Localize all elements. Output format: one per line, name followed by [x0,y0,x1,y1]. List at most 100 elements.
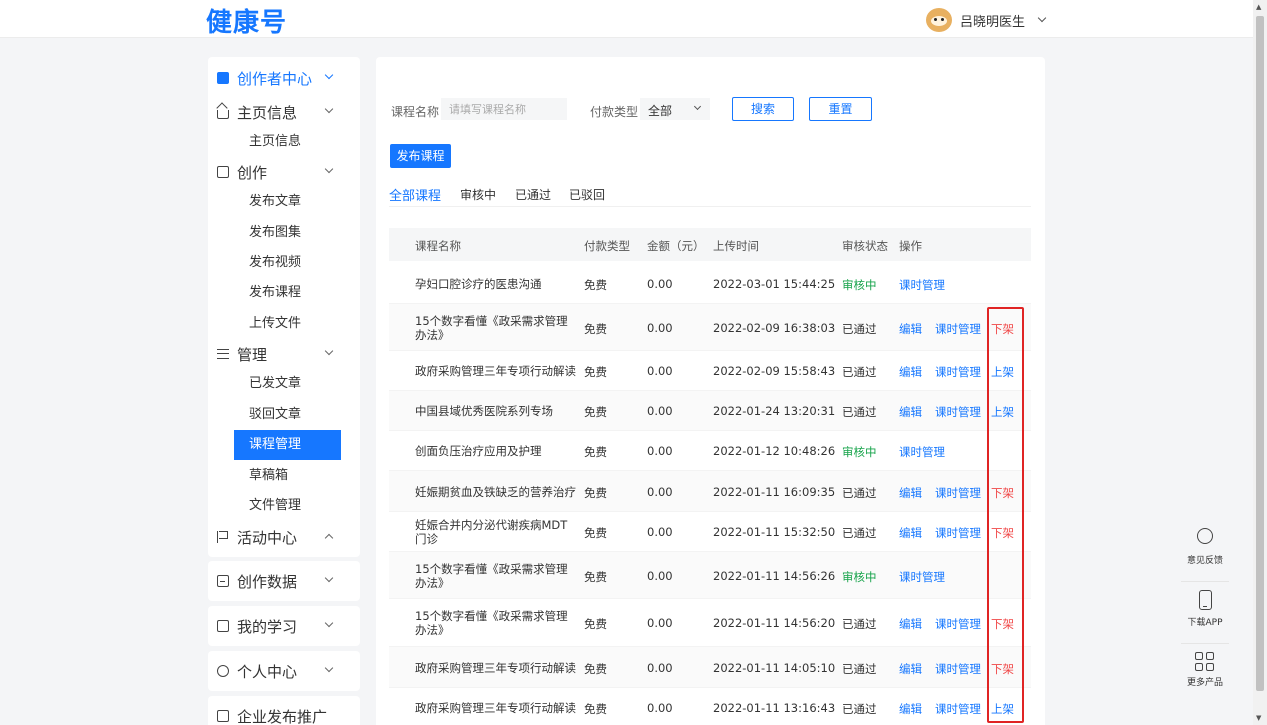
course-name-input[interactable] [441,98,567,120]
review-status-cell: 已通过 [842,322,877,336]
review-status-cell: 已通过 [842,526,877,540]
search-button[interactable]: 搜索 [732,97,794,121]
sidebar-card-my-learning[interactable]: 我的学习 [208,606,360,646]
take-down-link[interactable]: 下架 [991,525,1014,541]
put-on-shelf-link[interactable]: 上架 [991,364,1014,380]
user-name[interactable]: 吕晓明医生 [960,11,1025,30]
sidebar-item-drafts[interactable]: 草稿箱 [234,461,341,491]
put-on-shelf-link[interactable]: 上架 [991,701,1014,717]
sidebar-item-published-articles[interactable]: 已发文章 [234,369,341,399]
feedback-button[interactable]: 意见反馈 [1181,528,1229,582]
sidebar-card-row[interactable]: 个人中心 [208,656,360,686]
sidebar-card-creation-data[interactable]: 创作数据 [208,561,360,601]
download-app-button[interactable]: 下载APP [1181,590,1229,644]
edit-link[interactable]: 编辑 [899,525,922,541]
amount-cell: 0.00 [647,321,673,335]
lesson-management-link[interactable]: 课时管理 [935,404,981,420]
lesson-management-link[interactable]: 课时管理 [899,569,945,585]
lesson-management-link[interactable]: 课时管理 [935,701,981,717]
publish-course-button[interactable]: 发布课程 [390,144,451,168]
put-on-shelf-link[interactable]: 上架 [991,404,1014,420]
lesson-management-link[interactable]: 课时管理 [935,661,981,677]
tab-rejected[interactable]: 已驳回 [569,186,605,203]
table-row: 15个数字看懂《政采需求管理办法》 免费 0.00 2022-01-11 14:56:… [389,599,1031,647]
review-status-cell: 已通过 [842,702,877,716]
sidebar-group-activity-center[interactable]: 活动中心 [208,522,360,552]
sidebar-group-manage[interactable]: 管理 [208,339,360,369]
sidebar-group-create[interactable]: 创作 [208,157,360,187]
logo[interactable]: 健康号 [206,2,287,39]
table-row: 创面负压治疗应用及护理 免费 0.00 2022-01-12 10:48:26 审核中 课… [389,431,1031,471]
payment-type-select[interactable]: 全部 [640,98,710,120]
take-down-link[interactable]: 下架 [991,616,1014,632]
take-down-link[interactable]: 下架 [991,485,1014,501]
lesson-management-link[interactable]: 课时管理 [935,616,981,632]
sidebar-item-file-management[interactable]: 文件管理 [234,491,341,521]
edit-link[interactable]: 编辑 [899,701,922,717]
sidebar-title-creator-center[interactable]: 创作者中心 [208,63,360,93]
take-down-link[interactable]: 下架 [991,321,1014,337]
reset-button[interactable]: 重置 [809,97,872,121]
filter-bar: 课程名称 付款类型 全部 搜索 重置 [376,97,1045,124]
edit-link[interactable]: 编辑 [899,485,922,501]
tab-approved[interactable]: 已通过 [515,186,551,203]
lesson-management-link[interactable]: 课时管理 [935,485,981,501]
sidebar-item-publish-gallery[interactable]: 发布图集 [234,218,341,248]
top-header: 健康号 吕晓明医生 [0,0,1253,38]
chevron-down-icon [324,346,334,356]
edit-link[interactable]: 编辑 [899,364,922,380]
lesson-management-link[interactable]: 课时管理 [935,525,981,541]
sidebar-card-label: 我的学习 [237,617,298,636]
more-products-button[interactable]: 更多产品 [1181,652,1229,706]
amount-cell: 0.00 [647,404,673,418]
chevron-down-icon [324,618,334,628]
course-name-cell: 政府采购管理三年专项行动解读 [415,364,576,378]
scroll-up-arrow-icon[interactable]: ▲ [1256,3,1261,11]
edit-link[interactable]: 编辑 [899,404,922,420]
lesson-management-link[interactable]: 课时管理 [899,277,945,293]
sidebar-group-home-info[interactable]: 主页信息 [208,97,360,127]
user-menu[interactable]: 吕晓明医生 [926,8,1047,32]
edit-link[interactable]: 编辑 [899,661,922,677]
amount-cell: 0.00 [647,444,673,458]
chevron-down-icon[interactable] [1037,13,1047,23]
lesson-management-link[interactable]: 课时管理 [935,364,981,380]
sidebar-card-row[interactable]: 创作数据 [208,566,360,596]
upload-time-cell: 2022-02-09 15:58:43 [713,364,836,378]
sidebar-title-label: 创作者中心 [237,69,313,88]
payment-type-cell: 免费 [584,702,607,716]
payment-type-cell: 免费 [584,570,607,584]
upload-time-cell: 2022-01-11 16:09:35 [713,485,836,499]
table-row: 政府采购管理三年专项行动解读 免费 0.00 2022-01-11 13:16:43 已… [389,688,1031,725]
status-tabs: 全部课程 审核中 已通过 已驳回 [389,185,1031,207]
tab-under-review[interactable]: 审核中 [460,186,496,203]
sidebar-card-enterprise-promotion[interactable]: 企业发布推广 [208,696,360,725]
sidebar-item-rejected-articles[interactable]: 驳回文章 [234,400,341,430]
sidebar-item-publish-article[interactable]: 发布文章 [234,187,341,217]
sidebar-card-personal-center[interactable]: 个人中心 [208,651,360,691]
take-down-link[interactable]: 下架 [991,661,1014,677]
edit-link[interactable]: 编辑 [899,616,922,632]
sidebar-card-row[interactable]: 企业发布推广 [208,701,360,725]
payment-type-cell: 免费 [584,617,607,631]
lesson-management-link[interactable]: 课时管理 [899,444,945,460]
course-name-cell: 15个数字看懂《政采需求管理办法》 [415,562,568,590]
avatar[interactable] [926,8,952,32]
sidebar-item-home-info[interactable]: 主页信息 [234,127,341,157]
sidebar-card-row[interactable]: 我的学习 [208,611,360,641]
tab-all-courses[interactable]: 全部课程 [389,185,441,204]
scroll-down-arrow-icon[interactable]: ▼ [1256,714,1261,722]
payment-type-cell: 免费 [584,526,607,540]
sidebar-item-course-management[interactable]: 课程管理 [234,430,341,460]
sidebar-item-publish-video[interactable]: 发布视频 [234,248,341,278]
sidebar-group-label: 管理 [237,345,268,364]
page-scrollbar[interactable]: ▲ ▼ [1253,0,1267,725]
upload-time-cell: 2022-01-11 13:16:43 [713,701,836,715]
sidebar-item-publish-course[interactable]: 发布课程 [234,278,341,308]
scrollbar-thumb[interactable] [1256,16,1264,691]
review-status-cell: 已通过 [842,486,877,500]
sidebar-item-upload-file[interactable]: 上传文件 [234,309,341,339]
chevron-down-icon [324,104,334,114]
lesson-management-link[interactable]: 课时管理 [935,321,981,337]
edit-link[interactable]: 编辑 [899,321,922,337]
